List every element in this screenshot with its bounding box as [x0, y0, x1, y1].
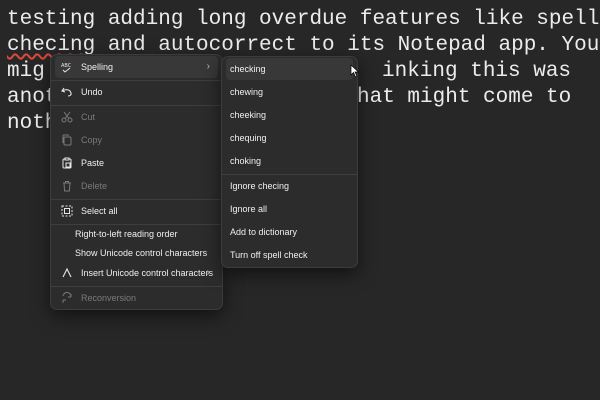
suggestion-item[interactable]: chewing — [226, 81, 353, 103]
ignore-all-button[interactable]: Ignore all — [226, 198, 353, 220]
suggestion-item[interactable]: choking — [226, 150, 353, 172]
menu-item-reconversion[interactable]: Reconversion — [55, 287, 218, 309]
chevron-right-icon: › — [206, 267, 210, 278]
spelling-submenu: checking chewing cheeking chequing choki… — [221, 56, 358, 268]
menu-item-copy[interactable]: Copy — [55, 129, 218, 151]
suggestion-item[interactable]: cheeking — [226, 104, 353, 126]
turn-off-spell-check-button[interactable]: Turn off spell check — [226, 244, 353, 266]
reconversion-icon — [61, 292, 73, 304]
select-all-icon — [61, 205, 73, 217]
menu-item-insert-unicode-control[interactable]: Insert Unicode control characters › — [55, 262, 218, 284]
undo-icon — [61, 86, 73, 98]
menu-item-spelling[interactable]: ABC Spelling › — [55, 56, 218, 78]
suggestion-item[interactable]: chequing — [226, 127, 353, 149]
menu-item-cut[interactable]: Cut — [55, 106, 218, 128]
cut-icon — [61, 111, 73, 123]
menu-item-paste[interactable]: Paste — [55, 152, 218, 174]
text-line: testing adding long overdue features lik… — [7, 8, 600, 31]
menu-item-delete[interactable]: Delete — [55, 175, 218, 197]
spellcheck-icon: ABC — [61, 61, 73, 73]
delete-icon — [61, 180, 73, 192]
chevron-right-icon: › — [206, 61, 210, 72]
context-menu: ABC Spelling › Undo Cut Copy Paste Delet… — [50, 54, 223, 310]
copy-icon — [61, 134, 73, 146]
suggestion-item[interactable]: checking — [226, 58, 353, 80]
menu-item-show-unicode-control[interactable]: Show Unicode control characters — [55, 242, 218, 264]
paste-icon — [61, 157, 73, 169]
ignore-word-button[interactable]: Ignore checing — [226, 175, 353, 197]
menu-item-undo[interactable]: Undo — [55, 81, 218, 103]
menu-item-select-all[interactable]: Select all — [55, 200, 218, 222]
mouse-cursor-icon — [350, 64, 360, 78]
add-to-dictionary-button[interactable]: Add to dictionary — [226, 221, 353, 243]
svg-text:ABC: ABC — [61, 63, 72, 69]
text-line: mig inking this was — [7, 60, 572, 83]
insert-unicode-icon — [61, 267, 73, 279]
